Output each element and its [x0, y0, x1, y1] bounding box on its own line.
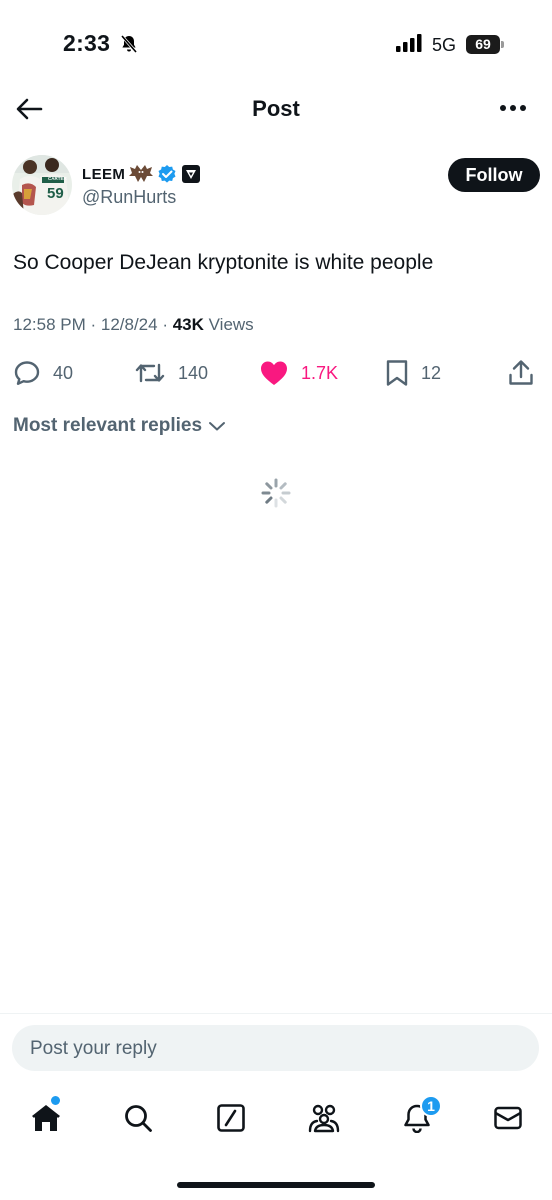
post-metadata: 12:58 PM · 12/8/24 · 43K Views	[13, 315, 254, 334]
reply-input[interactable]: Post your reply	[12, 1025, 539, 1071]
affiliate-badge-icon	[182, 165, 201, 183]
bottom-tab-bar: 1	[0, 1090, 552, 1146]
bookmark-icon	[386, 360, 408, 386]
loading-spinner-icon	[261, 478, 291, 508]
more-options-button[interactable]	[496, 94, 530, 122]
reply-count: 40	[53, 362, 74, 383]
cellular-signal-icon	[396, 34, 422, 52]
verified-badge-icon	[158, 165, 176, 183]
post-date: 12/8/24	[100, 315, 158, 334]
repost-icon	[135, 363, 165, 383]
post-text: So Cooper DeJean kryptonite is white peo…	[13, 251, 434, 274]
views-count: 43K	[172, 315, 204, 334]
battery-level: 69	[475, 36, 491, 52]
tab-communities[interactable]	[296, 1090, 352, 1146]
reply-placeholder: Post your reply	[30, 1038, 157, 1059]
page-title: Post	[252, 96, 300, 121]
avatar-jersey-name: CARTER	[48, 176, 67, 181]
display-name-row: LEEM	[82, 163, 201, 185]
bookmark-button[interactable]: 12	[385, 355, 441, 391]
header: Post	[0, 82, 552, 134]
post-actions: 40 140 1.7K 12	[0, 355, 552, 391]
notifications-badge: 1	[420, 1095, 442, 1117]
status-time: 2:33	[63, 30, 111, 56]
heart-filled-icon	[261, 361, 287, 385]
follow-button[interactable]: Follow	[448, 158, 540, 192]
communities-icon	[308, 1104, 340, 1133]
home-unread-dot	[51, 1096, 60, 1105]
tab-messages[interactable]	[480, 1090, 536, 1146]
repost-button[interactable]: 140	[134, 355, 208, 391]
network-type: 5G	[432, 35, 457, 55]
bat-emoji-icon	[129, 165, 154, 182]
post-page: 2:33 5G 69 Post CARTER 59 LEEM @RunHurts…	[0, 0, 552, 1200]
replies-sort-dropdown[interactable]: Most relevant replies	[13, 415, 226, 437]
views-label: Views	[208, 315, 254, 334]
silent-bell-icon	[120, 35, 138, 53]
tab-grok[interactable]	[203, 1090, 259, 1146]
avatar-jersey-number: 59	[47, 185, 64, 202]
display-name[interactable]: LEEM	[82, 166, 125, 183]
chevron-down-icon	[209, 422, 226, 431]
home-indicator	[177, 1182, 375, 1188]
handle[interactable]: @RunHurts	[82, 187, 176, 208]
tab-search[interactable]	[110, 1090, 166, 1146]
like-count: 1.7K	[301, 362, 339, 383]
share-icon	[509, 360, 533, 385]
battery-icon: 69	[466, 35, 504, 54]
replies-sort-label: Most relevant replies	[13, 415, 203, 436]
repost-count: 140	[178, 362, 209, 383]
post-time: 12:58 PM	[13, 315, 86, 334]
tab-notifications[interactable]: 1	[389, 1090, 445, 1146]
share-button[interactable]	[508, 355, 534, 391]
reply-divider	[0, 1013, 552, 1014]
grok-icon	[217, 1104, 245, 1132]
more-dots-icon	[500, 105, 526, 111]
reply-button[interactable]: 40	[13, 355, 73, 391]
tab-home[interactable]	[18, 1090, 74, 1146]
avatar[interactable]: CARTER 59	[12, 155, 72, 215]
status-bar: 2:33 5G 69	[0, 0, 552, 80]
bookmark-count: 12	[421, 362, 442, 383]
mail-icon	[494, 1106, 522, 1130]
like-button[interactable]: 1.7K	[259, 355, 338, 391]
reply-icon	[14, 361, 40, 385]
post-author: CARTER 59 LEEM @RunHurts Follow	[12, 155, 540, 219]
avatar-image: CARTER 59	[12, 155, 72, 215]
home-icon	[32, 1105, 60, 1131]
search-icon	[125, 1105, 152, 1132]
